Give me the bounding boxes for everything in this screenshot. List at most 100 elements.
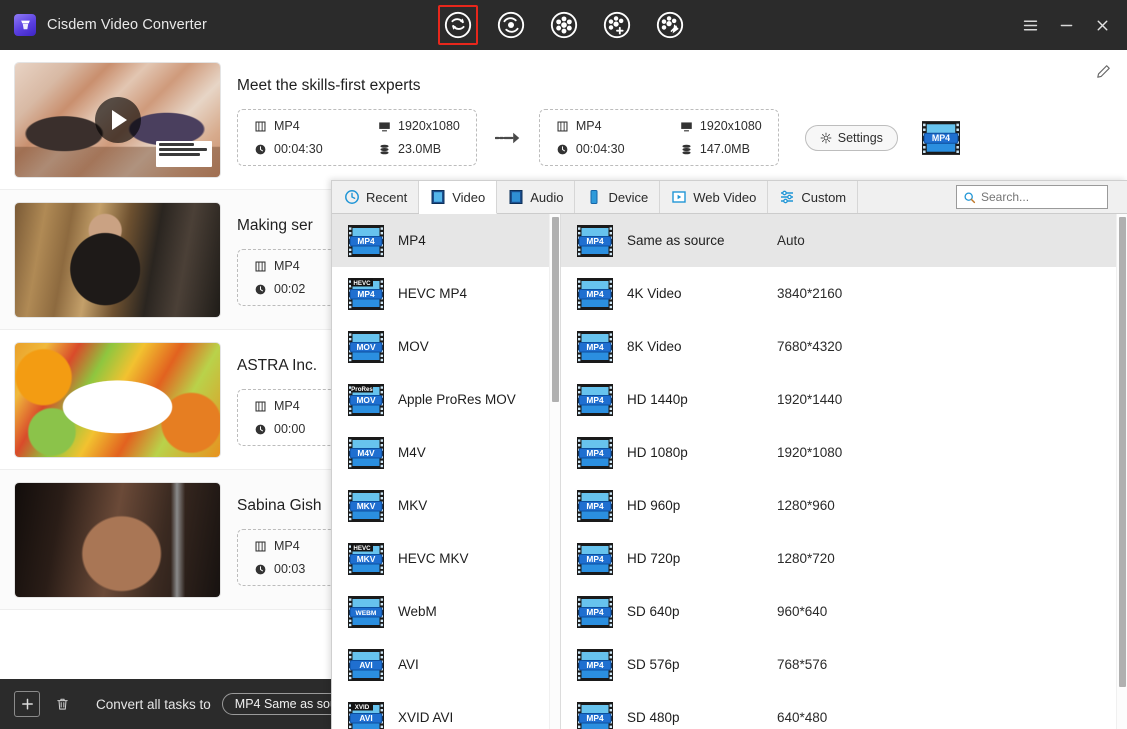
svg-text:M4V: M4V [357, 448, 375, 458]
svg-text:HEVC: HEVC [353, 545, 371, 552]
preset-item-label: HD 1440p [627, 392, 688, 407]
format-item-xvid-avi[interactable]: XVID AVI XVID AVI [332, 691, 560, 729]
tab-device-label: Device [608, 189, 649, 205]
format-film-icon: HEVC MKV [348, 542, 384, 575]
format-film-icon: XVID AVI [348, 701, 384, 729]
tab-video[interactable]: Video [419, 181, 498, 214]
format-item-mp4[interactable]: MP4 MP4 [332, 214, 560, 267]
tab-audio[interactable]: Audio [497, 181, 576, 213]
preset-item-sd-640p[interactable]: MP4 SD 640p 960*640 [561, 585, 1127, 638]
format-item-hevc-mp4[interactable]: HEVC MP4 HEVC MP4 [332, 267, 560, 320]
tab-web-video[interactable]: Web Video [660, 181, 769, 213]
video-icon [431, 190, 445, 204]
app-window: Cisdem Video Converter Meet the skills-f… [0, 0, 1127, 729]
format-item-mov[interactable]: MOV MOV [332, 320, 560, 373]
preset-item-sd-480p[interactable]: MP4 SD 480p 640*480 [561, 691, 1127, 729]
svg-text:ProRes: ProRes [351, 386, 373, 393]
preset-list-scroll-thumb[interactable] [1119, 217, 1126, 687]
task-format-badge[interactable]: MP4 [921, 120, 960, 155]
preset-item-hd-1080p[interactable]: MP4 HD 1080p 1920*1080 [561, 426, 1127, 479]
merge-tab[interactable] [597, 5, 637, 45]
tab-recent[interactable]: Recent [332, 181, 420, 213]
tab-device[interactable]: Device [575, 181, 661, 213]
source-format: MP4 [254, 539, 334, 553]
convert-tab[interactable] [437, 5, 478, 45]
svg-text:MP4: MP4 [586, 501, 604, 511]
film-small-icon [255, 401, 266, 411]
format-item-avi[interactable]: AVI AVI [332, 638, 560, 691]
hamburger-icon[interactable] [1013, 8, 1047, 42]
preset-item-resolution: Auto [777, 233, 805, 248]
settings-button[interactable]: Settings [804, 124, 898, 151]
search-icon [964, 191, 976, 203]
source-resolution: 1920x1080 [378, 119, 460, 133]
tab-custom[interactable]: Custom [768, 181, 859, 213]
svg-text:MP4: MP4 [586, 448, 604, 458]
minimize-icon[interactable] [1049, 8, 1083, 42]
format-item-mkv[interactable]: MKV MKV [332, 479, 560, 532]
clock-icon [255, 424, 266, 434]
cup-logo-icon [14, 14, 36, 36]
play-icon[interactable] [94, 96, 141, 143]
source-format: MP4 [254, 259, 334, 273]
format-film-icon: HEVC MP4 [348, 277, 384, 310]
task-row[interactable]: Meet the skills-first experts MP4 00:04:… [0, 50, 1127, 190]
download-tab[interactable] [491, 5, 531, 45]
task-title: Meet the skills-first experts [237, 77, 421, 94]
task-thumbnail[interactable] [14, 341, 221, 458]
svg-text:MP4: MP4 [586, 289, 604, 299]
svg-text:MP4: MP4 [932, 133, 950, 143]
clock-icon [557, 144, 568, 154]
preset-item-hd-1440p[interactable]: MP4 HD 1440p 1920*1440 [561, 373, 1127, 426]
svg-text:XVID: XVID [355, 704, 370, 711]
format-item-webm[interactable]: WEBM WebM [332, 585, 560, 638]
preset-item-label: 4K Video [627, 286, 682, 301]
delete-file-button[interactable] [49, 691, 75, 717]
format-item-apple-prores-mov[interactable]: ProRes MOV Apple ProRes MOV [332, 373, 560, 426]
preset-item-label: HD 720p [627, 551, 681, 566]
svg-text:MKV: MKV [357, 501, 376, 511]
preset-item-hd-960p[interactable]: MP4 HD 960p 1280*960 [561, 479, 1127, 532]
preset-item-label: 8K Video [627, 339, 682, 354]
preset-item-sd-576p[interactable]: MP4 SD 576p 768*576 [561, 638, 1127, 691]
preset-item-label: SD 576p [627, 657, 680, 672]
task-thumbnail[interactable] [14, 481, 221, 598]
format-item-label: MOV [398, 339, 429, 354]
tab-recent-label: Recent [366, 189, 408, 205]
close-icon[interactable] [1085, 8, 1119, 42]
preset-item-8k-video[interactable]: MP4 8K Video 7680*4320 [561, 320, 1127, 373]
source-duration: 00:04:30 [254, 142, 334, 156]
format-film-icon: MP4 [577, 701, 613, 729]
preset-item-label: HD 960p [627, 498, 681, 513]
format-film-icon: MP4 [577, 277, 613, 310]
custom-sliders-icon [781, 190, 794, 204]
film-small-icon [255, 261, 266, 271]
format-dropdown-panel: Recent Video Audio Device Web Video Cust [331, 180, 1127, 729]
clock-icon [255, 284, 266, 294]
preset-item-4k-video[interactable]: MP4 4K Video 3840*2160 [561, 267, 1127, 320]
app-title: Cisdem Video Converter [47, 17, 207, 33]
format-panel-body: MP4 MP4 HEVC MP4 HEVC MP4 MOV MOV ProRes… [332, 214, 1127, 729]
task-thumbnail[interactable] [14, 61, 221, 178]
format-list-scrollbar[interactable] [549, 214, 560, 729]
preset-item-same-as-source[interactable]: MP4 Same as source Auto [561, 214, 1127, 267]
add-file-button[interactable] [14, 691, 40, 717]
tools-tab[interactable] [650, 5, 690, 45]
format-list-scroll-thumb[interactable] [552, 217, 559, 402]
pencil-icon[interactable] [1096, 64, 1111, 84]
format-item-m4v[interactable]: M4V M4V [332, 426, 560, 479]
clock-icon [255, 564, 266, 574]
format-list[interactable]: MP4 MP4 HEVC MP4 HEVC MP4 MOV MOV ProRes… [332, 214, 561, 729]
preset-list[interactable]: MP4 Same as source Auto MP4 4K Video 3840*… [561, 214, 1127, 729]
search-box[interactable] [956, 185, 1108, 209]
preset-item-resolution: 960*640 [777, 604, 828, 619]
search-input[interactable] [981, 190, 1101, 204]
preset-item-label: SD 480p [627, 710, 680, 725]
edit-tab[interactable] [544, 5, 584, 45]
task-thumbnail[interactable] [14, 201, 221, 318]
preset-item-label: HD 1080p [627, 445, 688, 460]
svg-text:MP4: MP4 [586, 236, 604, 246]
preset-item-hd-720p[interactable]: MP4 HD 720p 1280*720 [561, 532, 1127, 585]
format-item-hevc-mkv[interactable]: HEVC MKV HEVC MKV [332, 532, 560, 585]
preset-list-scrollbar[interactable] [1116, 214, 1127, 729]
